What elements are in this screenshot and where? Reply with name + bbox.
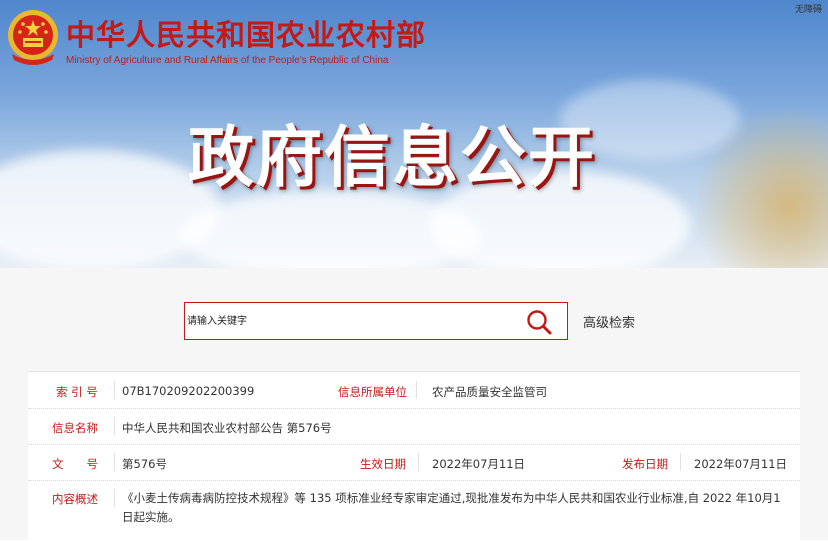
summary-value: 《小麦土传病毒病防控技术规程》等 135 项标准业经专家审定通过,现批准发布为中… xyxy=(122,491,781,524)
effective-date-value: 2022年07月11日 xyxy=(432,457,526,471)
info-table: 索 引 号 07B170209202200399 信息所属单位 农产品质量安全监… xyxy=(28,371,800,541)
publish-date-value: 2022年07月11日 xyxy=(694,457,788,471)
search-icon[interactable] xyxy=(525,309,553,335)
name-value: 中华人民共和国农业农村部公告 第576号 xyxy=(122,421,332,435)
divider xyxy=(114,489,115,507)
cloud-decoration xyxy=(0,150,220,268)
search-box xyxy=(184,302,568,340)
page-heading: 政府信息公开 xyxy=(188,119,596,196)
org-label: 信息所属单位 xyxy=(338,385,407,399)
divider xyxy=(418,453,419,471)
name-label: 信息名称 xyxy=(52,421,98,435)
index-no-value: 07B170209202200399 xyxy=(122,384,255,398)
divider xyxy=(416,381,417,399)
doc-no-label: 文 号 xyxy=(52,457,98,471)
national-emblem-icon xyxy=(8,10,58,65)
advanced-search-link[interactable]: 高级检索 xyxy=(583,312,635,331)
publish-date-label: 发布日期 xyxy=(622,457,668,471)
info-row: 文 号 第576号 生效日期 2022年07月11日 发布日期 2022年07月… xyxy=(28,444,800,481)
divider xyxy=(114,453,115,471)
ministry-name-cn: 中华人民共和国农业农村部 xyxy=(66,18,427,52)
doc-no-value: 第576号 xyxy=(122,457,167,471)
accessibility-link[interactable]: 无障碍 xyxy=(795,2,822,15)
summary-label: 内容概述 xyxy=(52,492,98,506)
divider xyxy=(680,453,681,471)
divider xyxy=(114,417,115,435)
wheat-decoration xyxy=(698,110,828,268)
search-input[interactable] xyxy=(187,312,507,330)
info-row: 内容概述 《小麦土传病毒病防控技术规程》等 135 项标准业经专家审定通过,现批… xyxy=(28,480,800,541)
info-row: 信息名称 中华人民共和国农业农村部公告 第576号 xyxy=(28,408,800,445)
org-value: 农产品质量安全监管司 xyxy=(432,385,547,399)
info-row: 索 引 号 07B170209202200399 信息所属单位 农产品质量安全监… xyxy=(28,372,800,409)
divider xyxy=(114,381,115,399)
ministry-name-en: Ministry of Agriculture and Rural Affair… xyxy=(66,55,389,66)
effective-date-label: 生效日期 xyxy=(360,457,406,471)
index-no-label: 索 引 号 xyxy=(56,385,98,399)
header-banner: 无障碍 中华人民共和国农业农村部 Ministry of Agriculture… xyxy=(0,0,828,268)
